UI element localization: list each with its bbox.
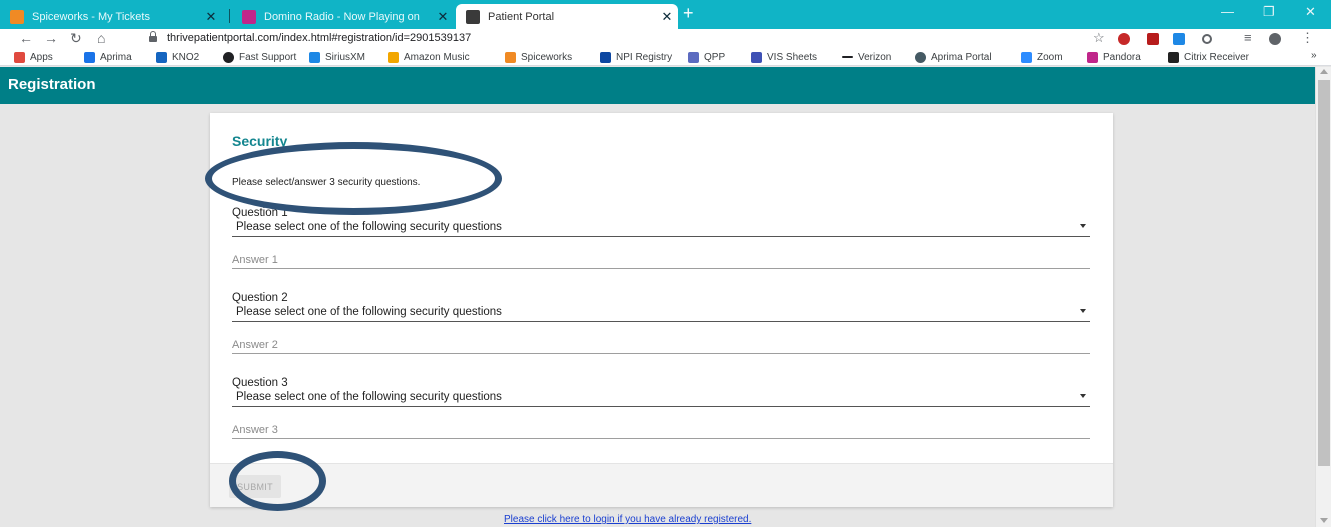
scrollbar-thumb[interactable]: [1318, 80, 1330, 466]
answer-3-input[interactable]: [232, 421, 1090, 439]
forward-arrow-icon[interactable]: →: [44, 29, 58, 48]
bookmarks-overflow-button[interactable]: »: [1311, 50, 1317, 61]
extension-m-icon[interactable]: [1147, 33, 1159, 45]
minimize-button[interactable]: —: [1221, 4, 1234, 19]
dropdown-caret-icon: [1080, 309, 1086, 313]
amazon-music-icon: [388, 51, 399, 63]
npi-registry-icon: [600, 51, 611, 63]
browser-toolbar: ← → ↻ ⌂ thrivepatientportal.com/index.ht…: [0, 29, 1331, 48]
bookmark-star-icon[interactable]: ☆: [1093, 30, 1105, 46]
vertical-scrollbar[interactable]: [1315, 67, 1331, 527]
new-tab-button[interactable]: +: [683, 3, 694, 24]
scroll-down-arrow-icon[interactable]: [1320, 518, 1328, 523]
close-window-button[interactable]: ✕: [1305, 4, 1316, 20]
extension-grid-icon[interactable]: [1173, 33, 1185, 45]
question-3-select[interactable]: Please select one of the following secur…: [232, 390, 1090, 407]
spiceworks-icon: [10, 9, 24, 24]
siriusxm-icon: [309, 51, 320, 63]
instructions-text: Please select/answer 3 security question…: [232, 177, 421, 188]
bookmark-citrix-receiver[interactable]: Citrix Receiver: [1168, 48, 1249, 66]
bookmark-aprima-portal[interactable]: Aprima Portal: [915, 48, 992, 66]
question-1-label: Question 1: [232, 207, 288, 219]
menu-kebab-icon[interactable]: ⋮: [1301, 30, 1314, 46]
card-footer: SUBMIT: [210, 463, 1113, 507]
verizon-icon: [842, 56, 853, 58]
kno2-icon: [156, 51, 167, 63]
zoom-icon: [1021, 51, 1032, 63]
page-title: Registration: [8, 76, 96, 93]
fast-support-icon: [223, 51, 234, 63]
app-header: Registration: [0, 67, 1315, 104]
answer-1-input[interactable]: [232, 251, 1090, 269]
bookmark-apps[interactable]: Apps: [14, 48, 53, 66]
vis-sheets-icon: [751, 51, 762, 63]
aprima-icon: [84, 51, 95, 63]
pandora-icon: [1087, 51, 1098, 63]
tab-strip: Spiceworks - My Tickets ✕ Domino Radio -…: [0, 0, 1331, 29]
question-2-select[interactable]: Please select one of the following secur…: [232, 305, 1090, 322]
portal-icon: [466, 9, 480, 24]
media-controls-icon[interactable]: ≡: [1244, 30, 1252, 45]
spiceworks-icon: [505, 51, 516, 63]
scroll-up-arrow-icon[interactable]: [1320, 69, 1328, 74]
profile-avatar-icon[interactable]: [1269, 33, 1281, 45]
bookmark-fast-support[interactable]: Fast Support: [223, 48, 296, 66]
tab-patient-portal[interactable]: Patient Portal ✕: [456, 4, 678, 29]
reload-icon[interactable]: ↻: [70, 29, 82, 48]
bookmark-npi-registry[interactable]: NPI Registry: [600, 48, 672, 66]
restore-button[interactable]: ❐: [1263, 4, 1275, 20]
ublock-icon[interactable]: [1118, 33, 1130, 45]
bookmark-spiceworks[interactable]: Spiceworks: [505, 48, 572, 66]
bookmarks-bar: Apps Aprima KNO2 Fast Support SiriusXM A…: [0, 48, 1331, 66]
dropdown-caret-icon: [1080, 224, 1086, 228]
address-bar[interactable]: thrivepatientportal.com/index.html#regis…: [128, 29, 1078, 48]
citrix-icon: [1168, 51, 1179, 63]
bookmark-amazon-music[interactable]: Amazon Music: [388, 48, 470, 66]
pandora-icon: [242, 9, 256, 24]
qpp-icon: [688, 51, 699, 63]
bookmark-qpp[interactable]: QPP: [688, 48, 725, 66]
bookmark-vis-sheets[interactable]: VIS Sheets: [751, 48, 817, 66]
lock-icon: [149, 31, 157, 43]
apps-grid-icon: [14, 51, 25, 63]
close-tab-icon[interactable]: ✕: [432, 9, 454, 25]
extension-circle-icon[interactable]: [1202, 34, 1212, 44]
question-3-label: Question 3: [232, 377, 288, 389]
close-tab-icon[interactable]: ✕: [656, 9, 678, 25]
home-icon[interactable]: ⌂: [97, 29, 105, 48]
submit-button[interactable]: SUBMIT: [229, 475, 281, 498]
answer-2-input[interactable]: [232, 336, 1090, 354]
question-1-select[interactable]: Please select one of the following secur…: [232, 220, 1090, 237]
tab-spiceworks[interactable]: Spiceworks - My Tickets ✕: [0, 4, 222, 29]
login-link[interactable]: Please click here to login if you have a…: [504, 514, 751, 525]
tab-separator: [229, 9, 230, 23]
url-text: thrivepatientportal.com/index.html#regis…: [167, 32, 472, 44]
tab-domino-radio[interactable]: Domino Radio - Now Playing on ✕: [232, 4, 454, 29]
bookmark-pandora[interactable]: Pandora: [1087, 48, 1141, 66]
security-card: Security Please select/answer 3 security…: [210, 113, 1113, 507]
close-tab-icon[interactable]: ✕: [200, 9, 222, 25]
aprima-portal-icon: [915, 51, 926, 63]
dropdown-caret-icon: [1080, 394, 1086, 398]
bookmark-siriusxm[interactable]: SiriusXM: [309, 48, 365, 66]
question-2-label: Question 2: [232, 292, 288, 304]
bookmark-aprima[interactable]: Aprima: [84, 48, 132, 66]
bookmark-verizon[interactable]: Verizon: [842, 48, 891, 66]
bookmark-kno2[interactable]: KNO2: [156, 48, 199, 66]
section-title: Security: [232, 133, 288, 149]
bookmark-zoom[interactable]: Zoom: [1021, 48, 1063, 66]
back-arrow-icon[interactable]: ←: [19, 29, 33, 48]
